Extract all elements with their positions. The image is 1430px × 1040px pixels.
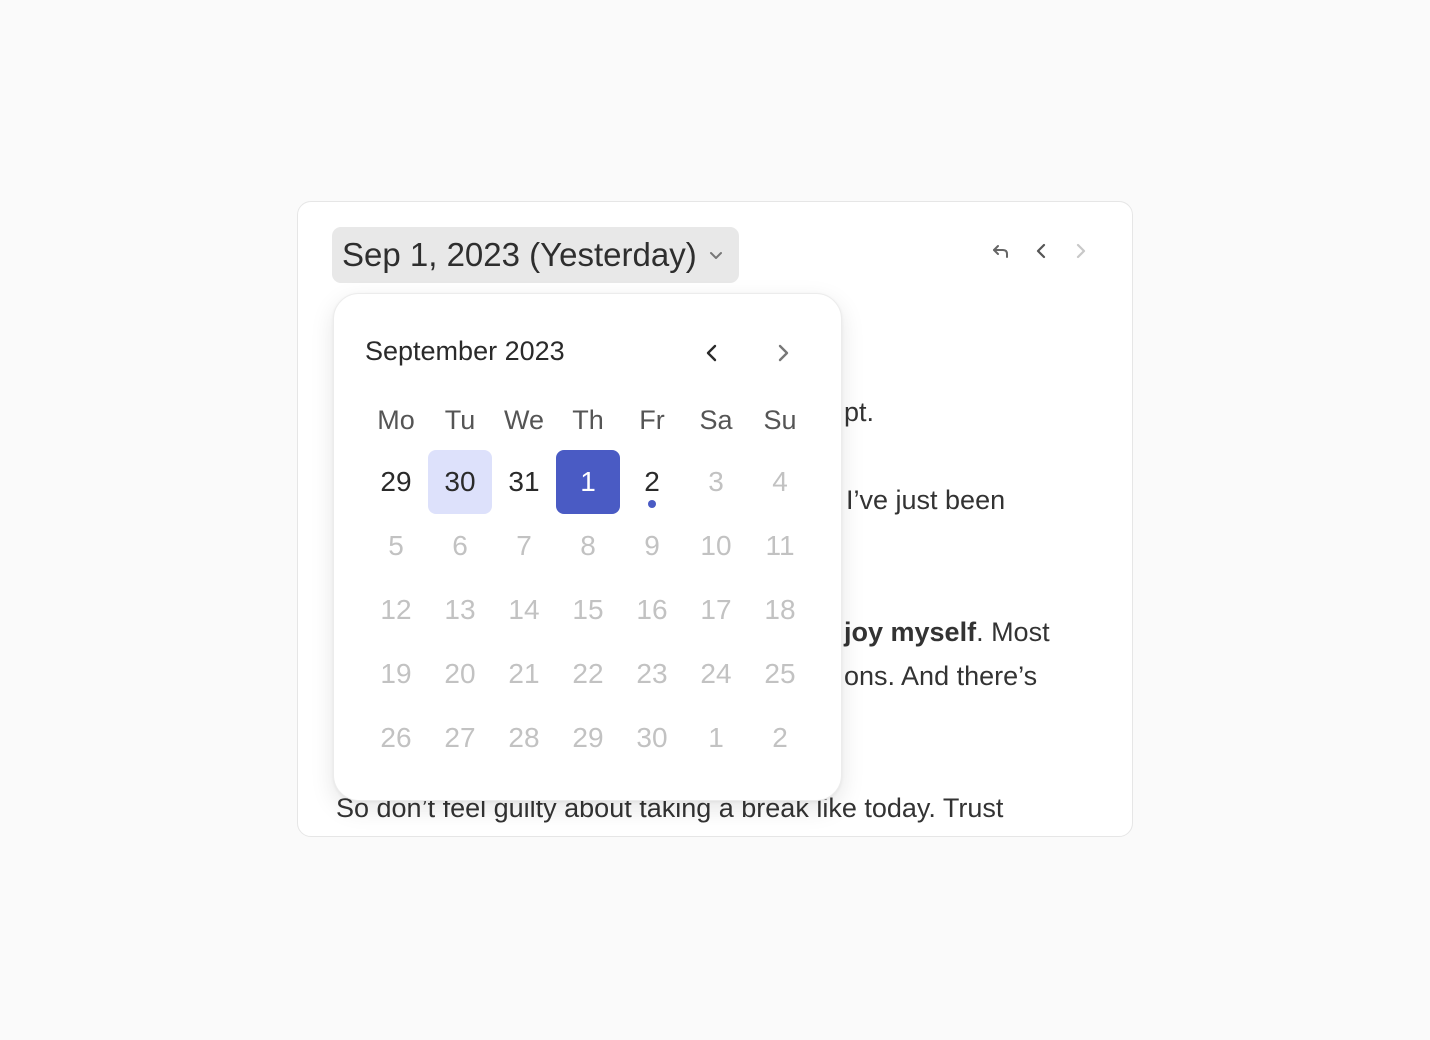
weekday-label: Sa	[699, 404, 733, 435]
entry-line: pt.	[844, 397, 875, 427]
entry-navigation	[990, 240, 1092, 262]
calendar-day-disabled: 29	[572, 722, 604, 753]
calendar-day-number: 2	[644, 466, 660, 497]
calendar-day-disabled: 7	[516, 530, 532, 561]
calendar-day-disabled: 20	[444, 658, 476, 689]
calendar-day-disabled: 13	[444, 594, 476, 625]
calendar-day-disabled: 6	[452, 530, 468, 561]
calendar-day-disabled: 11	[765, 530, 795, 561]
calendar-day-disabled: 15	[572, 594, 604, 625]
calendar-day[interactable]: 31	[492, 450, 556, 514]
calendar-day-disabled: 19	[380, 658, 412, 689]
calendar-day-disabled: 8	[580, 530, 596, 561]
calendar-day-disabled: 28	[508, 722, 540, 753]
entry-text: . Most	[976, 617, 1050, 647]
prev-month-button[interactable]	[697, 338, 727, 368]
date-dropdown-button[interactable]: Sep 1, 2023 (Yesterday)	[332, 227, 739, 283]
calendar-day-disabled: 18	[764, 594, 796, 625]
month-title: September 2023	[365, 336, 565, 366]
calendar-day-disabled: 27	[444, 722, 476, 753]
weekday-label: Mo	[377, 404, 415, 435]
calendar-day-disabled: 9	[644, 530, 660, 561]
calendar-day-disabled: 2	[772, 722, 788, 753]
calendar-day-disabled: 12	[380, 594, 412, 625]
calendar-day-range[interactable]: 30	[428, 450, 492, 514]
weekday-label: We	[503, 404, 544, 435]
entry-line: joy myself. Most	[844, 617, 1050, 648]
calendar-day-disabled: 5	[388, 530, 404, 561]
entry-bold-text: joy myself	[844, 617, 977, 647]
calendar-day-disabled: 4	[772, 466, 788, 497]
date-picker-popover: September 2023 Mo Tu We Th Fr Sa Su 29 3…	[333, 293, 842, 801]
calendar-day-disabled: 23	[636, 658, 668, 689]
next-month-button[interactable]	[768, 338, 798, 368]
calendar-day-today[interactable]: 2	[620, 450, 684, 514]
weekday-label: Su	[763, 404, 797, 435]
calendar-day[interactable]: 29	[364, 450, 428, 514]
chevron-down-icon	[707, 246, 725, 264]
calendar-day-disabled: 17	[700, 594, 732, 625]
today-dot-icon	[648, 500, 656, 508]
weekday-label: Th	[572, 404, 604, 435]
weekday-label: Fr	[639, 404, 665, 435]
calendar-day-disabled: 10	[700, 530, 732, 561]
chevron-left-icon	[706, 344, 717, 362]
calendar-day-selected[interactable]: 1	[556, 450, 620, 514]
calendar-day-disabled: 24	[700, 658, 732, 689]
chevron-right-icon	[778, 344, 789, 362]
date-label: Sep 1, 2023 (Yesterday)	[342, 236, 697, 273]
calendar-grid: Mo Tu We Th Fr Sa Su 29 30 31 1 2 3 4 5 …	[364, 390, 812, 770]
calendar-day-disabled: 1	[708, 722, 724, 753]
calendar-day-disabled: 22	[572, 658, 604, 689]
calendar-day-disabled: 3	[708, 466, 724, 497]
weekday-label: Tu	[444, 404, 476, 435]
calendar-day-disabled: 21	[508, 658, 540, 689]
entry-line: I’ve just been	[846, 485, 1006, 515]
chevron-right-icon[interactable]	[1070, 240, 1092, 262]
entry-line: ons. And there’s	[844, 661, 1038, 691]
chevron-left-icon[interactable]	[1030, 240, 1052, 262]
calendar-day-disabled: 25	[764, 658, 796, 689]
calendar-day-disabled: 26	[380, 722, 412, 753]
calendar-day-disabled: 16	[636, 594, 668, 625]
calendar-day-disabled: 14	[508, 594, 540, 625]
calendar-day-disabled: 30	[636, 722, 668, 753]
return-icon[interactable]	[990, 240, 1012, 262]
